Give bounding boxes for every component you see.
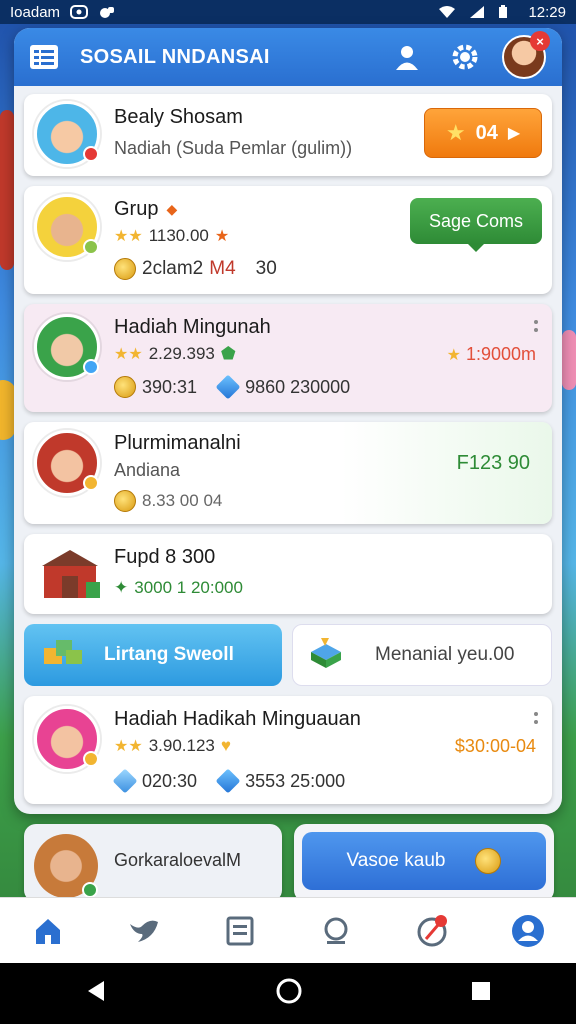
- coin-row: 8.33 00 04: [114, 490, 222, 512]
- notification-icon: [70, 5, 89, 19]
- signal-icon: [468, 5, 486, 19]
- home-circle-icon[interactable]: [275, 977, 303, 1010]
- avatar: [34, 430, 100, 496]
- star-icon: ★★: [114, 738, 143, 755]
- barn-icon: [38, 546, 102, 600]
- reward-value: $30:00-04: [454, 736, 536, 756]
- side-decor-left: [0, 110, 14, 270]
- battery-icon: [498, 5, 516, 19]
- secondary-action-button[interactable]: Menanial yeu.00: [292, 624, 552, 686]
- coin-row: 390:31 9860 230000: [114, 374, 350, 400]
- value-row: ✦ 3000 1 20:000: [114, 578, 243, 597]
- star-icon: ★: [445, 120, 466, 145]
- card-name: Hadiah Hadikah Minguauan: [114, 708, 361, 730]
- card-subtitle: Andiana: [114, 460, 181, 480]
- reward-button[interactable]: ★ 04 ▶: [424, 108, 542, 158]
- system-nav: [0, 963, 576, 1024]
- profile-icon[interactable]: [510, 913, 546, 949]
- friend-card[interactable]: GorkaraloevalM: [24, 824, 282, 902]
- status-badge: [83, 359, 99, 375]
- status-badge: [83, 751, 99, 767]
- bottom-nav: [0, 897, 576, 963]
- avatar: [34, 194, 100, 260]
- list-item[interactable]: Bealy Shosam Nadiah (Suda Pemlar (gulim)…: [24, 94, 552, 176]
- avatar: [34, 834, 98, 898]
- coin-icon: [475, 848, 502, 874]
- app-header: SOSAIL NNDANSAI ×: [14, 28, 562, 86]
- list-icon[interactable]: [222, 913, 258, 949]
- gem-cube-icon: [215, 768, 241, 794]
- list-item[interactable]: Plurmimanalni Andiana F123 90 8.33 00 04: [24, 422, 552, 524]
- card-name: Hadiah Mingunah: [114, 316, 271, 338]
- close-icon[interactable]: ×: [530, 31, 550, 51]
- coin-stack-icon: [114, 258, 136, 280]
- card-name: Grup ◆: [114, 198, 178, 220]
- status-time: 12:29: [528, 3, 566, 21]
- reward-value: ★ 1:9000m: [446, 344, 536, 364]
- gem-cube-icon: [112, 768, 138, 794]
- coin-row: 020:30 3553 25:000: [112, 768, 345, 794]
- coin-row: 2clam2 M4 30: [114, 258, 277, 280]
- star-icon: ★★: [114, 228, 143, 245]
- heart-icon: ♥: [220, 736, 231, 755]
- recents-icon[interactable]: [470, 980, 492, 1007]
- clover-icon: ✦: [114, 578, 129, 597]
- status-bar: Ioadam 12:29: [0, 0, 576, 24]
- status-badge: [83, 146, 99, 162]
- list-item[interactable]: Hadiah Hadikah Minguauan ★★ 3.90.123 ♥ $…: [24, 696, 552, 804]
- user-icon[interactable]: [392, 42, 422, 72]
- coin-icon: [114, 490, 136, 512]
- shield-icon: ⬟: [220, 344, 236, 363]
- back-icon[interactable]: [84, 979, 108, 1008]
- settings-icon[interactable]: [450, 42, 480, 72]
- status-badge: [82, 882, 98, 898]
- app-title: SOSAIL NNDANSAI: [80, 45, 270, 68]
- list-item[interactable]: Fupd 8 300 ✦ 3000 1 20:000: [24, 534, 552, 614]
- wifi-icon: [438, 5, 456, 19]
- card-name: Fupd 8 300: [114, 546, 216, 568]
- carrier-label: Ioadam: [10, 3, 61, 21]
- blocks-icon: [42, 636, 84, 674]
- rating-row: ★★ 2.29.393 ⬟: [114, 344, 236, 363]
- search-icon[interactable]: [318, 913, 354, 949]
- avatar: [34, 101, 100, 167]
- star-icon: ★: [446, 347, 461, 364]
- card-subtitle: Nadiah (Suda Pemlar (gulim)): [114, 138, 353, 158]
- home-icon[interactable]: [30, 913, 66, 949]
- more-icon[interactable]: [534, 712, 538, 728]
- app-panel: SOSAIL NNDANSAI × Bealy Shosam Nadiah (S…: [14, 28, 562, 814]
- compass-icon[interactable]: [414, 913, 450, 949]
- app-status-icon: [98, 5, 116, 19]
- star-icon: ★★: [114, 346, 143, 363]
- friend-label: GorkaraloevalM: [114, 850, 242, 870]
- rating-row: ★★ 1130.00 ★: [114, 226, 230, 245]
- side-decor-right: [562, 330, 576, 390]
- gem-icon: ◆: [166, 201, 178, 217]
- coin-icon: [114, 376, 136, 398]
- view-button[interactable]: Vasoe kaub: [302, 832, 546, 890]
- box-icon: [307, 636, 345, 674]
- status-badge: [83, 239, 99, 255]
- action-card: Vasoe kaub: [294, 824, 554, 902]
- list-item[interactable]: Grup ◆ ★★ 1130.00 ★ 2clam2 M4 30 Sage Co…: [24, 186, 552, 294]
- profile-avatar[interactable]: ×: [502, 31, 550, 79]
- more-icon[interactable]: [534, 320, 538, 336]
- share-button[interactable]: Sage Coms: [410, 198, 542, 252]
- gem-cube-icon: [215, 374, 241, 400]
- play-icon: ▶: [507, 125, 521, 142]
- card-name: Bealy Shosam: [114, 106, 243, 128]
- star-icon: ★: [214, 228, 230, 245]
- avatar: [34, 706, 100, 772]
- bird-icon[interactable]: [126, 913, 162, 949]
- primary-action-button[interactable]: Lirtang Sweoll: [24, 624, 282, 686]
- rating-row: ★★ 3.90.123 ♥: [114, 736, 231, 755]
- status-badge: [83, 475, 99, 491]
- avatar: [34, 314, 100, 380]
- list-item[interactable]: Hadiah Mingunah ★★ 2.29.393 ⬟ ★ 1:9000m …: [24, 304, 552, 412]
- menu-icon[interactable]: [30, 45, 58, 69]
- reward-value: F123 90: [456, 452, 530, 474]
- card-name: Plurmimanalni: [114, 432, 241, 454]
